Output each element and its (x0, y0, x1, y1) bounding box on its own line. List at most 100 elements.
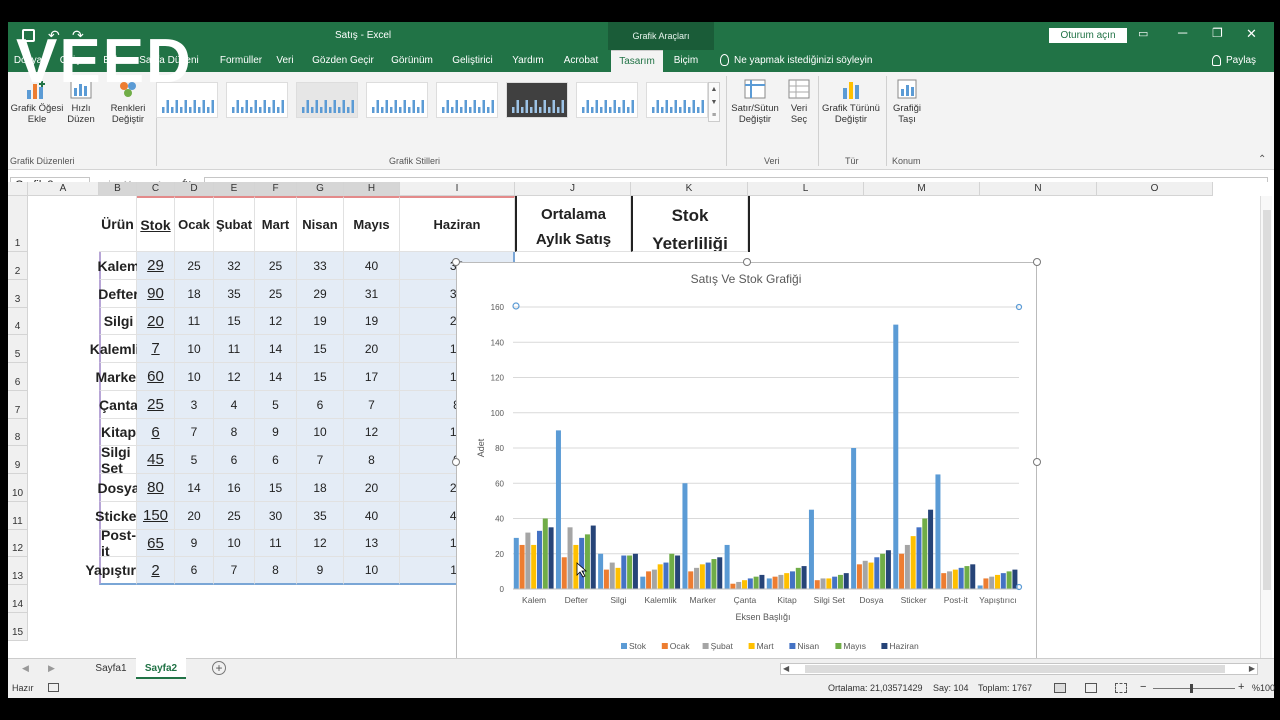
collapse-ribbon-icon[interactable]: ⌃ (1258, 154, 1266, 165)
row-header-8[interactable]: 8 (8, 419, 28, 446)
vscroll-thumb[interactable] (1263, 210, 1271, 590)
value-cell[interactable]: 7 (344, 391, 400, 419)
value-cell[interactable]: 13 (344, 530, 400, 557)
row-header-13[interactable]: 13 (8, 557, 28, 585)
column-header-j[interactable]: J (515, 182, 631, 196)
switch-row-column-button[interactable]: Satır/Sütun Değiştir (730, 78, 780, 125)
value-cell[interactable]: 5 (175, 446, 214, 474)
value-cell[interactable]: 6 (214, 446, 255, 474)
chart-resize-handle[interactable] (1033, 258, 1041, 266)
zoom-level[interactable]: %100 (1252, 683, 1275, 693)
value-cell[interactable]: 30 (255, 502, 297, 530)
value-cell[interactable]: 65 (137, 530, 175, 557)
value-cell[interactable]: 19 (344, 308, 400, 335)
column-header-d[interactable]: D (175, 182, 214, 196)
value-cell[interactable]: 14 (255, 363, 297, 391)
table-header-cell[interactable]: Stok (137, 196, 175, 252)
column-header-c[interactable]: C (137, 182, 175, 196)
row-header-12[interactable]: 12 (8, 530, 28, 557)
column-header-f[interactable]: F (255, 182, 297, 196)
product-cell[interactable]: Yapıştırıcı (85, 557, 152, 585)
column-header-a[interactable]: A (28, 182, 99, 196)
product-cell[interactable]: Sticker (95, 502, 142, 530)
column-header-h[interactable]: H (344, 182, 400, 196)
table-header-cell[interactable]: Nisan (297, 196, 344, 252)
value-cell[interactable]: 10 (214, 530, 255, 557)
value-cell[interactable]: 15 (297, 363, 344, 391)
row-header-15[interactable]: 15 (8, 613, 28, 641)
chart-style-thumbnail[interactable] (366, 82, 428, 118)
sheet-next-icon[interactable]: ▶ (48, 663, 55, 674)
column-header-o[interactable]: O (1097, 182, 1213, 196)
value-cell[interactable]: 90 (137, 280, 175, 308)
restore-icon[interactable]: ❐ (1212, 26, 1223, 40)
row-header-9[interactable]: 9 (8, 446, 28, 474)
zoom-slider[interactable] (1153, 688, 1235, 689)
value-cell[interactable]: 15 (255, 474, 297, 502)
product-cell[interactable]: Kalem (97, 252, 140, 280)
value-cell[interactable]: 8 (214, 419, 255, 446)
value-cell[interactable]: 33 (297, 252, 344, 280)
product-cell[interactable]: Marker (96, 363, 141, 391)
value-cell[interactable]: 40 (344, 502, 400, 530)
chart-style-thumbnail[interactable] (296, 82, 358, 118)
summary-header-cell[interactable]: Ortalama Aylık Satış (515, 196, 631, 252)
table-header-cell[interactable]: Mayıs (344, 196, 400, 252)
value-cell[interactable]: 60 (137, 363, 175, 391)
value-cell[interactable]: 29 (137, 252, 175, 280)
chart-style-thumbnail[interactable] (576, 82, 638, 118)
select-all-corner[interactable] (8, 182, 28, 196)
scroll-thumb[interactable] (805, 665, 1225, 673)
row-header-6[interactable]: 6 (8, 363, 28, 391)
value-cell[interactable]: 80 (137, 474, 175, 502)
row-header-5[interactable]: 5 (8, 335, 28, 363)
value-cell[interactable]: 20 (175, 502, 214, 530)
zoom-out-icon[interactable]: − (1140, 681, 1146, 693)
value-cell[interactable]: 6 (255, 446, 297, 474)
row-header-7[interactable]: 7 (8, 391, 28, 419)
normal-view-icon[interactable] (1054, 683, 1066, 693)
share-button[interactable]: Paylaş (1226, 50, 1256, 72)
value-cell[interactable]: 20 (344, 474, 400, 502)
product-cell[interactable]: Kalemlik (90, 335, 147, 363)
value-cell[interactable]: 12 (214, 363, 255, 391)
value-cell[interactable]: 10 (344, 557, 400, 585)
ribbon-display-icon[interactable]: ▭ (1138, 27, 1148, 40)
row-header-1[interactable]: 1 (8, 196, 28, 252)
value-cell[interactable]: 10 (175, 363, 214, 391)
value-cell[interactable]: 18 (175, 280, 214, 308)
chart-object[interactable]: Satış Ve Stok Grafiği 0 20 40 60 80 100 120 140 1… (456, 262, 1037, 662)
value-cell[interactable]: 6 (297, 391, 344, 419)
minimize-icon[interactable]: ─ (1178, 25, 1187, 40)
table-header-cell[interactable]: Ürün (99, 196, 137, 252)
move-chart-button[interactable]: Grafiği Taşı (888, 78, 926, 125)
product-cell[interactable]: Post-it (99, 527, 137, 559)
table-header-cell[interactable]: Ocak (175, 196, 214, 252)
value-cell[interactable]: 10 (297, 419, 344, 446)
value-cell[interactable]: 6 (175, 557, 214, 585)
value-cell[interactable]: 40 (344, 252, 400, 280)
column-header-e[interactable]: E (214, 182, 255, 196)
tab-gozden-gecir[interactable]: Gözden Geçir (308, 50, 378, 72)
value-cell[interactable]: 25 (255, 280, 297, 308)
value-cell[interactable]: 15 (297, 335, 344, 363)
macro-record-icon[interactable] (48, 683, 59, 692)
scroll-left-icon[interactable]: ◀ (783, 664, 789, 673)
column-header-g[interactable]: G (297, 182, 344, 196)
summary-header-cell[interactable]: Stok Yeterliliği (631, 196, 748, 252)
product-cell[interactable]: Silgi (99, 308, 137, 335)
value-cell[interactable]: 20 (137, 308, 175, 335)
sheet-prev-icon[interactable]: ◀ (22, 663, 29, 674)
value-cell[interactable]: 45 (137, 446, 175, 474)
value-cell[interactable]: 25 (214, 502, 255, 530)
row-header-11[interactable]: 11 (8, 502, 28, 530)
zoom-thumb[interactable] (1190, 684, 1193, 693)
value-cell[interactable]: 8 (255, 557, 297, 585)
product-cell[interactable]: Defter (98, 280, 139, 308)
value-cell[interactable]: 25 (137, 391, 175, 419)
value-cell[interactable]: 12 (255, 308, 297, 335)
row-header-14[interactable]: 14 (8, 585, 28, 613)
scroll-right-icon[interactable]: ▶ (1249, 664, 1255, 673)
product-cell[interactable]: Çanta (99, 391, 138, 419)
chart-resize-handle[interactable] (452, 258, 460, 266)
